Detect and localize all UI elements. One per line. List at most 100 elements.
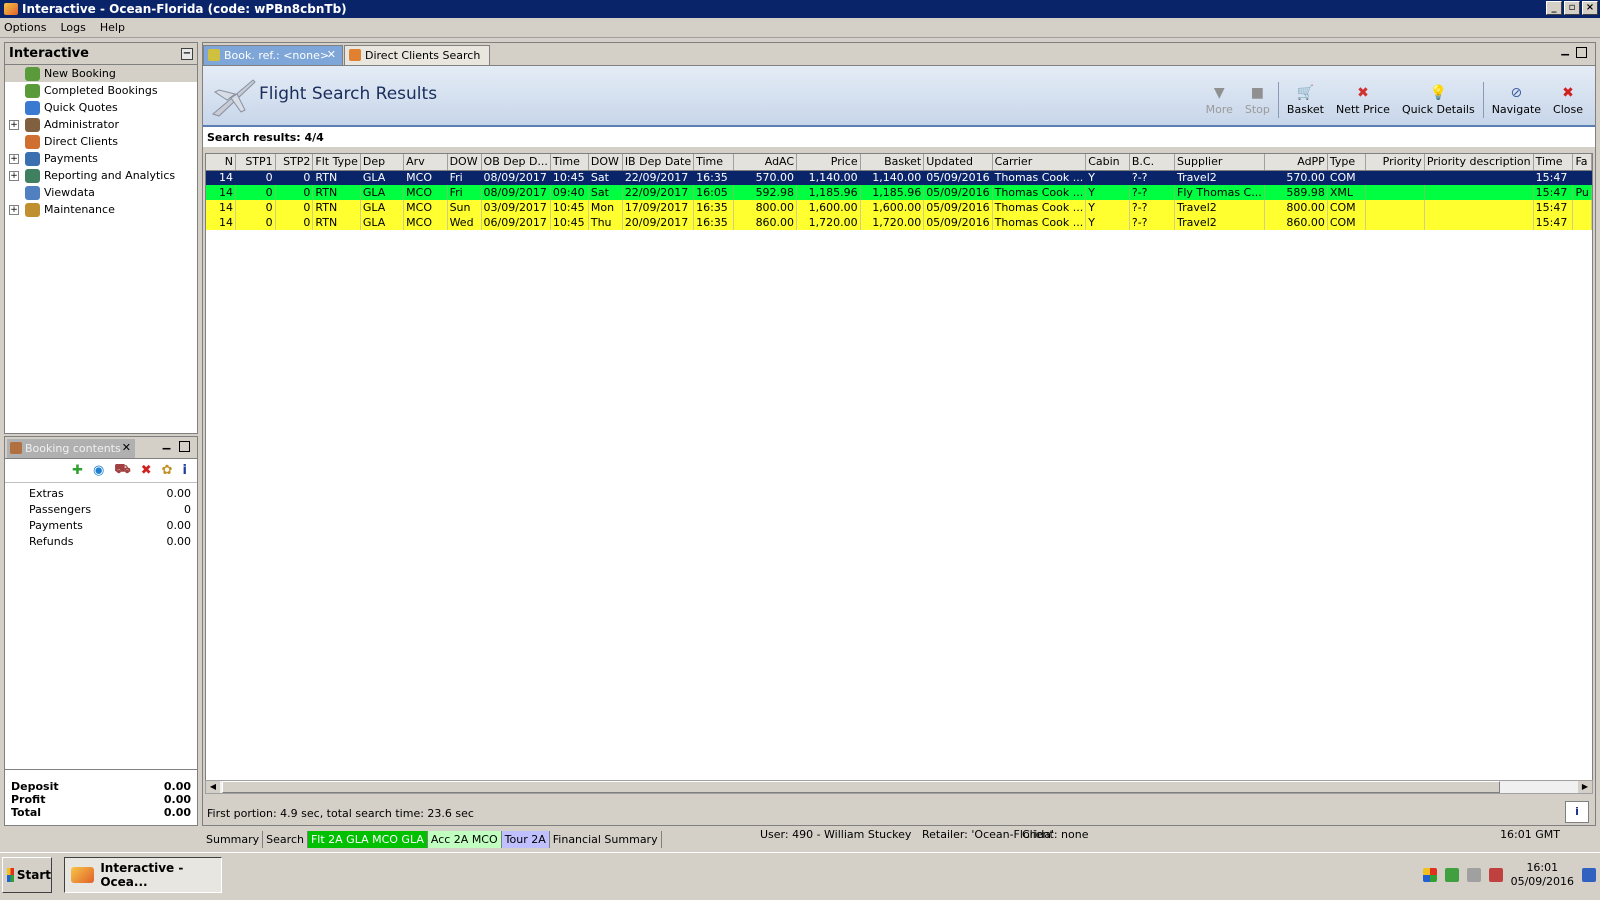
collapse-icon[interactable]: − (181, 48, 193, 60)
restore-button[interactable]: ▫ (1564, 1, 1580, 15)
table-cell: 22/09/2017 (622, 170, 695, 185)
menu-options[interactable]: Options (4, 21, 46, 34)
table-cell: XML (1327, 185, 1366, 200)
delete-icon[interactable]: ✖ (141, 463, 152, 478)
taskbar-item-interactive[interactable]: Interactive - Ocea... (64, 857, 222, 893)
info-button[interactable]: i (1565, 801, 1589, 823)
table-row[interactable]: 14 0 0 RTN GLA MCO Fri 08/09/2017 10:45 Sat 22/09/… (206, 170, 1592, 185)
refresh-icon[interactable]: ◉ (93, 463, 104, 478)
column-header[interactable]: STP1 (235, 154, 276, 171)
column-header[interactable]: Arv (403, 154, 448, 171)
flag-icon[interactable] (1422, 868, 1437, 882)
column-header[interactable]: N (206, 154, 236, 171)
maximize-doc-icon[interactable] (1576, 47, 1587, 58)
expand-icon[interactable]: + (9, 170, 19, 181)
column-header[interactable]: B.C. (1129, 154, 1176, 171)
column-header[interactable]: Cabin (1085, 154, 1130, 171)
horizontal-scrollbar[interactable]: ◀ ▶ (205, 780, 1593, 794)
scroll-left-arrow-icon[interactable]: ◀ (206, 781, 220, 793)
sidebar-item-payments[interactable]: + Payments (5, 150, 197, 167)
table-row[interactable]: 14 0 0 RTN GLA MCO Fri 08/09/2017 09:40 Sat 22/09/… (206, 185, 1592, 200)
column-header[interactable]: Flt Type (312, 154, 361, 171)
table-cell: 16:05 (693, 185, 734, 200)
maximize-panel-icon[interactable] (179, 441, 190, 452)
nett-price-button[interactable]: ✖ Nett Price (1330, 80, 1396, 116)
expand-icon[interactable]: + (9, 204, 19, 215)
column-header[interactable]: Time (693, 154, 734, 171)
quick-details-button[interactable]: 💡 Quick Details (1396, 80, 1481, 116)
menu-help[interactable]: Help (100, 21, 125, 34)
display-icon[interactable] (1466, 868, 1481, 882)
sidebar-item-maintenance[interactable]: + Maintenance (5, 201, 197, 218)
booking-contents-tab[interactable]: Booking contents ✕ (7, 439, 135, 458)
app-icon (4, 3, 18, 15)
column-header[interactable]: Priority (1365, 154, 1425, 171)
sidebar-item-administrator[interactable]: + Administrator (5, 116, 197, 133)
clock-time: 16:01 (1526, 861, 1559, 874)
menu-logs[interactable]: Logs (60, 21, 85, 34)
sidebar-item-quick-quotes[interactable]: Quick Quotes (5, 99, 197, 116)
status-user: User: 490 - William Stuckey (760, 828, 912, 841)
close-button[interactable]: ✖ Close (1547, 80, 1589, 116)
table-cell: MCO (403, 200, 448, 215)
column-header[interactable]: Basket (860, 154, 925, 171)
palm-icon[interactable]: ✿ (162, 463, 173, 478)
column-header[interactable]: Carrier (992, 154, 1087, 171)
basket-button[interactable]: 🛒 Basket (1281, 80, 1330, 116)
more-button[interactable]: ▼ More (1200, 80, 1239, 116)
expand-icon[interactable]: + (9, 119, 19, 130)
column-header[interactable]: STP2 (275, 154, 314, 171)
stop-button[interactable]: ■ Stop (1239, 80, 1276, 116)
system-clock[interactable]: 16:01 05/09/2016 (1511, 861, 1574, 889)
scroll-right-arrow-icon[interactable]: ▶ (1578, 781, 1592, 793)
info-icon[interactable]: i (183, 463, 187, 478)
column-header[interactable]: OB Dep D... (481, 154, 551, 171)
navigate-button[interactable]: ⊘ Navigate (1486, 80, 1547, 116)
sidebar-item-reporting-and-analytics[interactable]: + Reporting and Analytics (5, 167, 197, 184)
column-header[interactable]: AdAC (733, 154, 798, 171)
basket-icon[interactable]: ⛟ (114, 462, 130, 479)
sidebar-item-viewdata[interactable]: Viewdata (5, 184, 197, 201)
column-header[interactable]: Supplier (1174, 154, 1265, 171)
table-cell: 06/09/2017 (481, 215, 551, 230)
column-header[interactable]: AdPP (1264, 154, 1328, 171)
volume-muted-icon[interactable] (1488, 868, 1503, 882)
network-icon[interactable] (1444, 868, 1459, 882)
sidebar-item-completed-bookings[interactable]: Completed Bookings (5, 82, 197, 99)
column-header[interactable]: Priority description (1424, 154, 1534, 171)
minimize-doc-icon[interactable]: ▁ (1561, 45, 1569, 56)
table-row[interactable]: 14 0 0 RTN GLA MCO Wed 06/09/2017 10:45 Thu 20/09/… (206, 215, 1592, 230)
tab-direct-clients-search[interactable]: Direct Clients Search (344, 45, 490, 65)
column-header[interactable]: DOW (447, 154, 482, 171)
column-header[interactable]: Price (796, 154, 861, 171)
column-header[interactable]: Time (1533, 154, 1574, 171)
column-header[interactable]: Updated (923, 154, 993, 171)
close-tab-icon[interactable]: ✕ (327, 48, 336, 61)
add-icon[interactable]: ✚ (72, 463, 83, 478)
tab-booking-ref[interactable]: Book. ref.: <none> ✕ (203, 45, 343, 65)
navigation-tree: New Booking Completed Bookings Quick Quote… (5, 65, 197, 218)
expand-icon[interactable]: + (9, 153, 19, 164)
toolbar-button-label: Stop (1244, 103, 1270, 116)
start-button[interactable]: Start (2, 857, 52, 893)
table-cell: 22/09/2017 (622, 185, 695, 200)
minimize-button[interactable]: _ (1546, 1, 1562, 15)
search-results-count: Search results: 4/4 (203, 127, 1595, 147)
column-header[interactable]: Time (550, 154, 589, 171)
close-tab-icon[interactable]: ✕ (122, 441, 131, 454)
close-window-button[interactable]: × (1582, 1, 1598, 15)
column-header[interactable]: DOW (588, 154, 623, 171)
sidebar-item-direct-clients[interactable]: Direct Clients (5, 133, 197, 150)
sidebar-item-new-booking[interactable]: New Booking (5, 65, 197, 82)
column-header[interactable]: IB Dep Date (622, 154, 695, 171)
column-header[interactable]: Type (1327, 154, 1366, 171)
scroll-thumb[interactable] (222, 781, 1500, 793)
toolbar-button-label: Navigate (1491, 103, 1542, 116)
toolbar-button-label: Close (1553, 103, 1583, 116)
column-header[interactable]: Dep (360, 154, 405, 171)
minimize-panel-icon[interactable]: ▁ (161, 440, 172, 452)
table-row[interactable]: 14 0 0 RTN GLA MCO Sun 03/09/2017 10:45 Mon 17/09/… (206, 200, 1592, 215)
show-desktop-icon[interactable] (1582, 868, 1596, 882)
column-header[interactable]: Fa (1572, 154, 1592, 171)
table-cell: COM (1327, 215, 1366, 230)
